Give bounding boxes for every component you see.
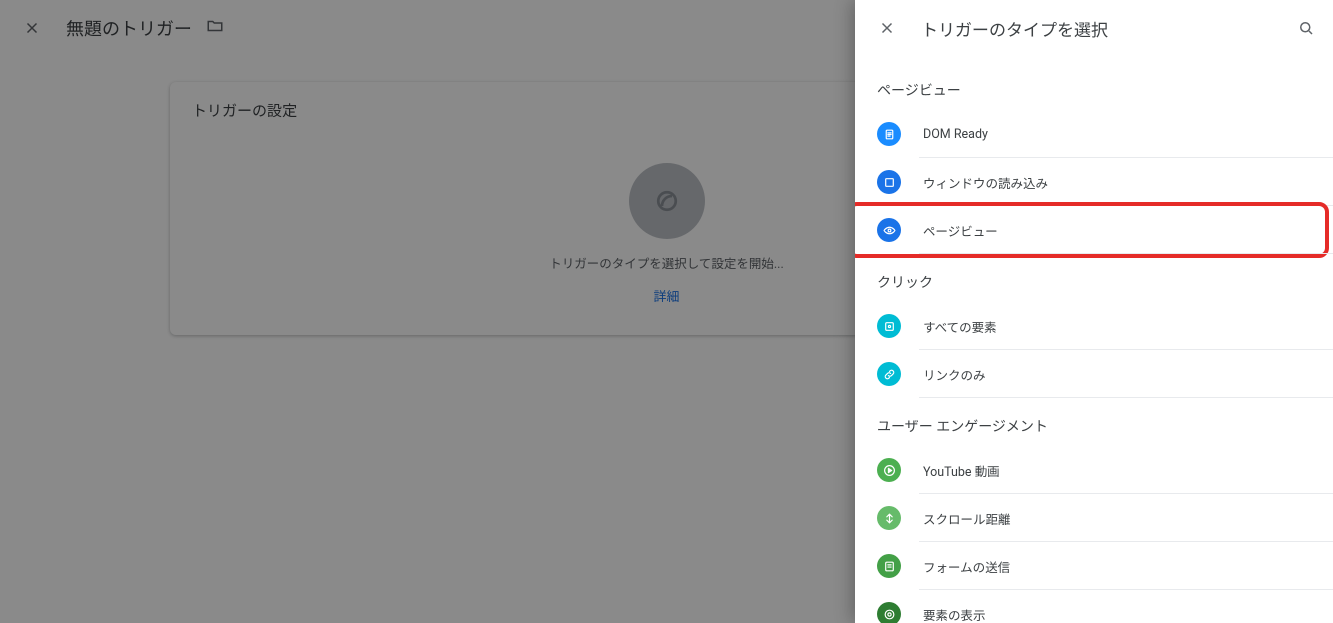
trigger-type-panel: トリガーのタイプを選択 ページビューDOM Readyウィンドウの読み込みページ… <box>855 0 1333 623</box>
trigger-type-window-load[interactable]: ウィンドウの読み込み <box>855 158 1333 206</box>
search-icon[interactable] <box>1291 8 1321 48</box>
target-icon <box>877 314 901 338</box>
trigger-type-label: 要素の表示 <box>923 605 986 623</box>
trigger-type-label: スクロール距離 <box>923 509 1011 528</box>
visible-icon <box>877 602 901 623</box>
trigger-type-scroll-depth[interactable]: スクロール距離 <box>855 494 1333 542</box>
trigger-type-label: すべての要素 <box>923 317 997 336</box>
trigger-type-dom-ready[interactable]: DOM Ready <box>855 110 1333 158</box>
panel-body: ページビューDOM Readyウィンドウの読み込みページビュークリックすべての要… <box>855 56 1333 623</box>
scroll-icon <box>877 506 901 530</box>
trigger-type-all-elements[interactable]: すべての要素 <box>855 302 1333 350</box>
trigger-type-links-only[interactable]: リンクのみ <box>855 350 1333 398</box>
close-icon[interactable] <box>867 8 907 48</box>
trigger-type-label: フォームの送信 <box>923 557 1010 576</box>
link-icon <box>877 362 901 386</box>
eye-icon <box>877 218 901 242</box>
play-icon <box>877 458 901 482</box>
square-icon <box>877 170 901 194</box>
trigger-type-form-submit[interactable]: フォームの送信 <box>855 542 1333 590</box>
doc-icon <box>877 122 901 146</box>
trigger-type-element-visible[interactable]: 要素の表示 <box>855 590 1333 623</box>
trigger-type-label: DOM Ready <box>923 127 988 142</box>
trigger-type-label: YouTube 動画 <box>923 461 1000 480</box>
trigger-type-youtube[interactable]: YouTube 動画 <box>855 446 1333 494</box>
trigger-type-label: ページビュー <box>923 221 998 240</box>
group-label: ページビュー <box>855 62 1333 110</box>
panel-title: トリガーのタイプを選択 <box>921 16 1277 41</box>
group-label: ユーザー エンゲージメント <box>855 398 1333 446</box>
trigger-type-page-view[interactable]: ページビュー <box>855 206 1333 254</box>
group-label: クリック <box>855 254 1333 302</box>
trigger-type-label: ウィンドウの読み込み <box>923 173 1048 192</box>
panel-header: トリガーのタイプを選択 <box>855 0 1333 56</box>
form-icon <box>877 554 901 578</box>
trigger-type-label: リンクのみ <box>923 365 986 384</box>
